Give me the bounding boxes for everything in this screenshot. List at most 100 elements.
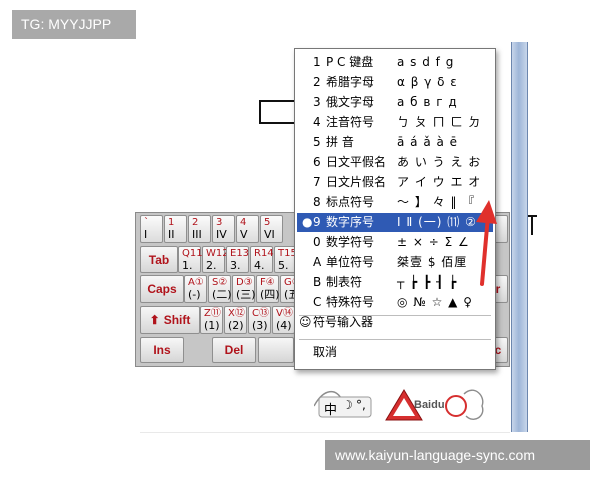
menu-item-2[interactable]: 2 希腊字母 α β γ δ ε: [297, 73, 493, 92]
ime-decoration: [313, 389, 484, 421]
cancel-label: 取消: [313, 345, 338, 359]
key-bottom-label: III: [192, 228, 202, 241]
shift-arrow-icon: ⬆: [149, 313, 160, 327]
document-line: [531, 215, 533, 235]
menu-item-num: 1: [313, 55, 321, 69]
key[interactable]: W12. 2.: [202, 246, 232, 273]
menu-item-sample: ± × ÷ Σ ∠: [397, 235, 470, 249]
key-bottom-label: I: [144, 228, 148, 241]
shift-key[interactable]: ⬆ Shift: [140, 306, 200, 334]
key-top-label: X⑫: [228, 308, 245, 319]
key-label: Del: [224, 343, 244, 357]
menu-item-1[interactable]: 1 P C 键盘 a s d f g: [297, 53, 493, 72]
key[interactable]: 3 IV: [212, 215, 235, 243]
key[interactable]: Q11. 1.: [178, 246, 206, 273]
menu-item-sample: ア イ ウ エ オ: [397, 175, 482, 189]
key-label: Tab: [148, 252, 170, 267]
menu-item-13[interactable]: C 特殊符号 ◎ № ☆ ▲ ♀: [297, 293, 493, 312]
key-top-label: Z⑪: [204, 308, 221, 319]
key-bottom-label: 3.: [230, 259, 241, 272]
menu-item-num: C: [313, 295, 322, 309]
menu-item-5[interactable]: 5 拼 音 ā á ǎ à ē: [297, 133, 493, 152]
key-top-label: 2: [192, 217, 199, 228]
key[interactable]: R14. 4.: [250, 246, 277, 273]
menu-item-sample: 桀壹 $ 佰厘: [397, 255, 468, 269]
key[interactable]: 5 VI: [260, 215, 283, 243]
key[interactable]: V⑭ (4): [272, 306, 295, 334]
key-top-label: E13.: [230, 248, 253, 259]
menu-item-label: P C 键盘: [326, 55, 374, 69]
menu-item-label: 希腊字母: [326, 75, 375, 89]
key[interactable]: 4V: [236, 215, 259, 243]
menu-item-num: 8: [313, 195, 321, 209]
key-top-label: A①: [188, 277, 204, 288]
key[interactable]: E13. 3.: [226, 246, 253, 273]
menu-item-6[interactable]: 6 日文平假名あ い う え お: [297, 153, 493, 172]
tab-key[interactable]: Tab: [140, 246, 178, 273]
menu-item-3[interactable]: 3 俄文字母 а б в г д: [297, 93, 493, 112]
menu-item-sample: a s d f g: [397, 55, 455, 69]
menu-separator: [299, 339, 491, 340]
key-bottom-label: 1.: [182, 259, 193, 272]
menu-item-num: 9: [313, 215, 321, 229]
menu-item-num: 4: [313, 115, 321, 129]
key-bottom-label: (2): [228, 319, 244, 332]
punct-icon[interactable]: °,: [356, 398, 366, 412]
ins-key[interactable]: Ins: [140, 337, 184, 363]
symbol-input-item[interactable]: ☺ 符号输入器: [297, 313, 493, 332]
key-top-label: 3: [216, 217, 223, 228]
key[interactable]: 2 III: [188, 215, 211, 243]
key[interactable]: X⑫ (2): [224, 306, 247, 334]
moon-icon[interactable]: ☽: [342, 398, 353, 412]
ime-brand: Baidu: [414, 399, 445, 411]
menu-item-label: 特殊符号: [326, 295, 375, 309]
menu-item-label: 俄文字母: [326, 95, 375, 109]
del-key[interactable]: Del: [212, 337, 256, 363]
key-bottom-label: (4): [276, 319, 292, 332]
menu-item-sample: あ い う え お: [397, 155, 482, 169]
caps-key[interactable]: Caps: [140, 275, 184, 303]
key-label: Shift: [163, 313, 191, 327]
ime-lang[interactable]: 中: [324, 399, 337, 418]
menu-item-label: 拼 音: [326, 135, 354, 149]
menu-item-7[interactable]: 7 日文片假名ア イ ウ エ オ: [297, 173, 493, 192]
key[interactable]: A① (-): [184, 275, 207, 303]
key-bottom-label: (四): [260, 288, 280, 301]
key-bottom-label: (1): [204, 319, 220, 332]
menu-item-sample: ā á ǎ à ē: [397, 135, 459, 149]
menu-item-sample: ㄅ ㄆ ㄇ ㄈ ㄉ: [397, 115, 482, 129]
tg-badge: TG: MYYJJPP: [12, 10, 136, 39]
vertical-scrollbar[interactable]: [511, 42, 528, 432]
key-bottom-label: II: [168, 228, 175, 241]
cancel-item[interactable]: 取消: [297, 343, 493, 362]
key-bottom-label: V: [240, 228, 248, 241]
menu-item-num: 2: [313, 75, 321, 89]
selected-dot-icon: ●: [302, 215, 313, 229]
key[interactable]: ` I: [140, 215, 163, 243]
key-top-label: `: [144, 217, 149, 228]
key-bottom-label: 4.: [254, 259, 265, 272]
menu-item-num: 3: [313, 95, 321, 109]
menu-item-label: 日文平假名: [326, 155, 387, 169]
menu-item-4[interactable]: 4 注音符号 ㄅ ㄆ ㄇ ㄈ ㄉ: [297, 113, 493, 132]
key-bottom-label: (三): [236, 288, 256, 301]
blank-key[interactable]: [258, 337, 294, 363]
symbol-input-label: 符号输入器: [313, 315, 374, 329]
key[interactable]: 1 II: [164, 215, 187, 243]
watermark-url: www.kaiyun-language-sync.com: [325, 440, 590, 470]
menu-item-num: 0: [313, 235, 321, 249]
key[interactable]: C⑬ (3): [248, 306, 271, 334]
menu-item-num: B: [313, 275, 322, 289]
key-top-label: S②: [212, 277, 228, 288]
smiley-icon: ☺: [299, 315, 312, 329]
menu-item-num: 5: [313, 135, 321, 149]
key-top-label: 5: [264, 217, 271, 228]
key[interactable]: F④ (四): [256, 275, 280, 303]
red-arrow-icon: [476, 200, 497, 286]
key[interactable]: D③ (三): [232, 275, 256, 303]
menu-item-sample: а б в г д: [397, 95, 458, 109]
key-bottom-label: (二): [212, 288, 232, 301]
key[interactable]: S② (二): [208, 275, 232, 303]
key[interactable]: Z⑪ (1): [200, 306, 223, 334]
key-bottom-label: IV: [216, 228, 227, 241]
